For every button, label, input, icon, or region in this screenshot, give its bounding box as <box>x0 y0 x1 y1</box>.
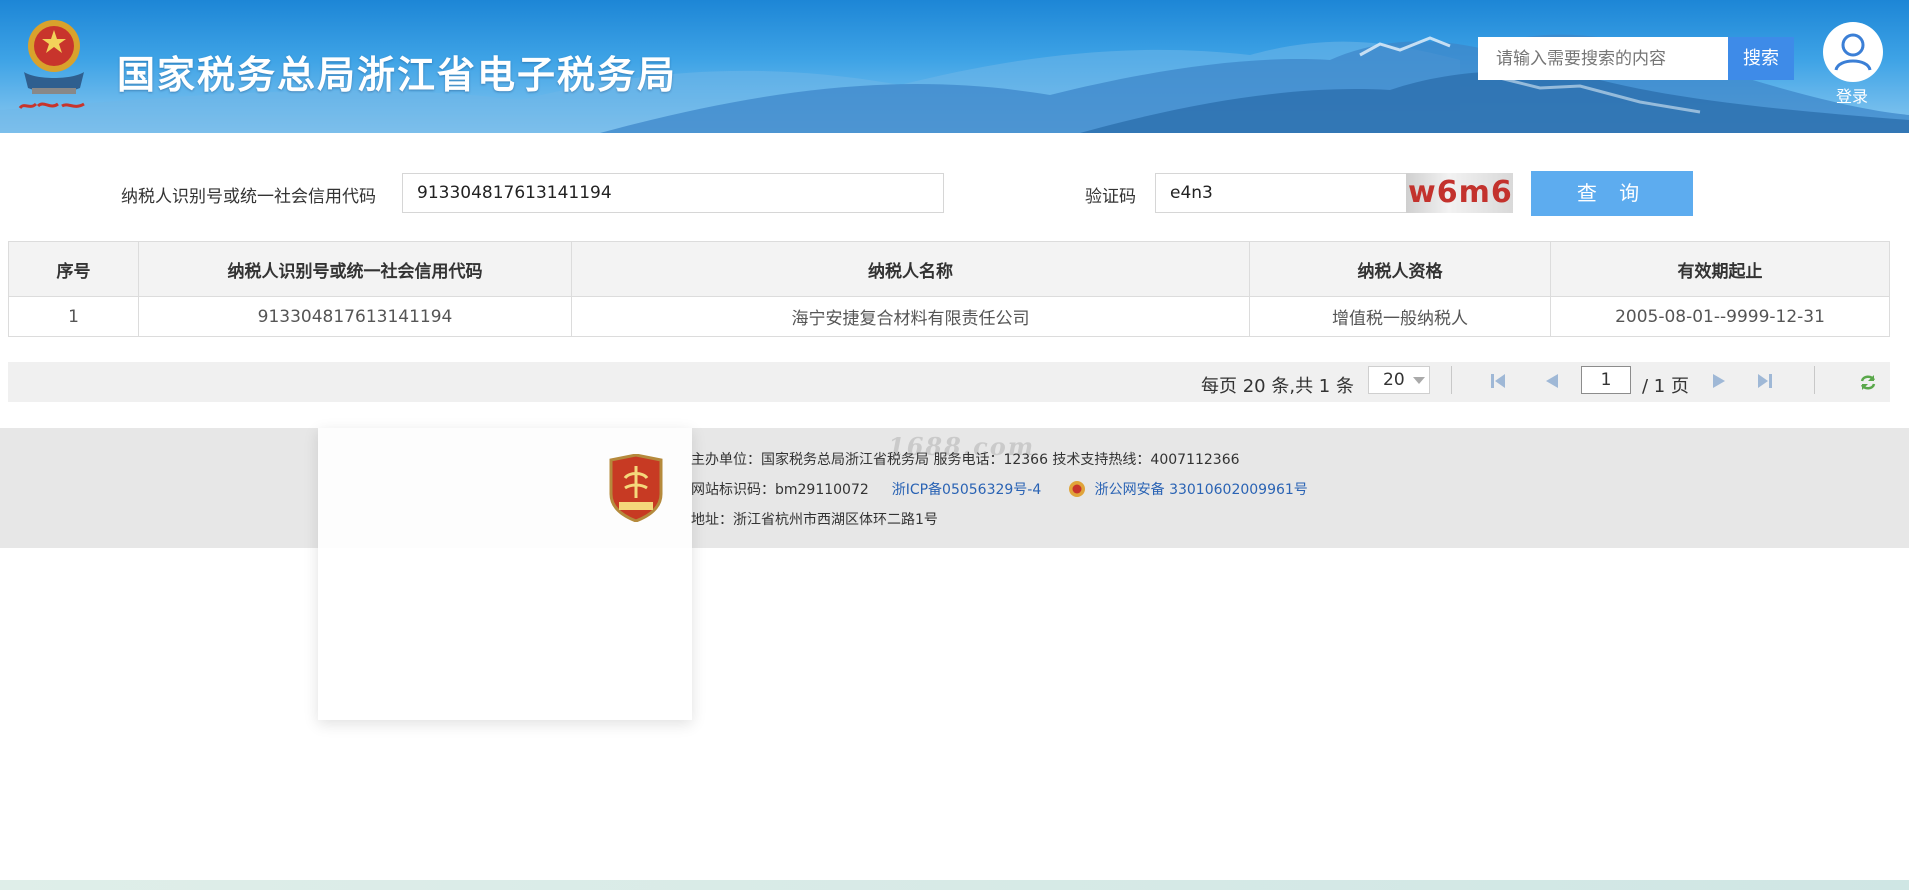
captcha-label: 验证码 <box>1085 187 1136 207</box>
search-button[interactable]: 搜索 <box>1728 37 1794 80</box>
user-icon <box>1834 33 1872 71</box>
cell-qualification: 增值税一般纳税人 <box>1249 296 1551 337</box>
login-avatar[interactable] <box>1823 22 1883 82</box>
col-header-index: 序号 <box>8 241 139 297</box>
pager-divider <box>1451 366 1452 394</box>
refresh-icon[interactable] <box>1858 372 1878 392</box>
cell-validity: 2005-08-01--9999-12-31 <box>1550 296 1890 337</box>
police-badge-icon <box>1069 481 1086 497</box>
cell-taxpayer-name: 海宁安捷复合材料有限责任公司 <box>571 296 1250 337</box>
party-government-badge-icon[interactable] <box>607 454 665 522</box>
pagination-bar: 每页 20 条,共 1 条 20 1 / 1 页 <box>8 362 1890 402</box>
next-page-icon[interactable] <box>1710 372 1728 390</box>
taxpayer-id-label: 纳税人识别号或统一社会信用代码 <box>121 187 376 207</box>
table-row: 1 913304817613141194 海宁安捷复合材料有限责任公司 增值税一… <box>8 296 1890 337</box>
window-bottom-strip <box>0 880 1909 890</box>
footer-address: 地址：浙江省杭州市西湖区体环二路1号 <box>691 512 938 528</box>
login-link[interactable]: 登录 <box>1836 83 1868 107</box>
page-size-select[interactable]: 20 <box>1368 366 1430 394</box>
col-header-taxpayer-id: 纳税人识别号或统一社会信用代码 <box>138 241 572 297</box>
col-header-validity: 有效期起止 <box>1550 241 1890 297</box>
first-page-icon[interactable] <box>1489 372 1507 390</box>
site-code: 网站标识码：bm29110072 <box>691 482 869 498</box>
table-header-row: 序号 纳税人识别号或统一社会信用代码 纳税人名称 纳税人资格 有效期起止 <box>8 241 1890 297</box>
cell-taxpayer-id: 913304817613141194 <box>138 296 572 337</box>
prev-page-icon[interactable] <box>1543 372 1561 390</box>
site-header: 国家税务总局浙江省电子税务局 搜索 登录 <box>0 0 1909 133</box>
total-pages: / 1 页 <box>1642 376 1689 397</box>
captcha-input[interactable]: e4n3 <box>1155 173 1407 213</box>
query-button[interactable]: 查 询 <box>1531 171 1693 216</box>
chevron-down-icon <box>1413 377 1425 384</box>
last-page-icon[interactable] <box>1756 372 1774 390</box>
site-title: 国家税务总局浙江省电子税务局 <box>117 53 678 97</box>
cell-index: 1 <box>8 296 139 337</box>
taxpayer-id-input[interactable]: 913304817613141194 <box>402 173 944 213</box>
police-record-link[interactable]: 浙公网安备 33010602009961号 <box>1095 482 1308 498</box>
search-input[interactable] <box>1478 37 1728 80</box>
page-size-value: 20 <box>1383 370 1405 390</box>
footer-organizer: 主办单位：国家税务总局浙江省税务局 服务电话：12366 技术支持热线：4007… <box>691 452 1240 468</box>
result-table: 序号 纳税人识别号或统一社会信用代码 纳税人名称 纳税人资格 有效期起止 1 9… <box>8 241 1890 337</box>
footer-records: 网站标识码：bm29110072 浙ICP备05056329号-4 浙公网安备 … <box>691 479 1308 499</box>
captcha-image[interactable]: w6m6 <box>1406 173 1513 213</box>
page-number-input[interactable]: 1 <box>1581 366 1631 394</box>
pager-summary: 每页 20 条,共 1 条 <box>1201 376 1354 397</box>
pager-divider <box>1814 366 1815 394</box>
icp-link[interactable]: 浙ICP备05056329号-4 <box>892 482 1042 498</box>
tax-bureau-emblem-icon <box>18 20 85 110</box>
col-header-qualification: 纳税人资格 <box>1249 241 1551 297</box>
captcha-image-text: w6m6 <box>1408 175 1513 210</box>
col-header-taxpayer-name: 纳税人名称 <box>571 241 1250 297</box>
